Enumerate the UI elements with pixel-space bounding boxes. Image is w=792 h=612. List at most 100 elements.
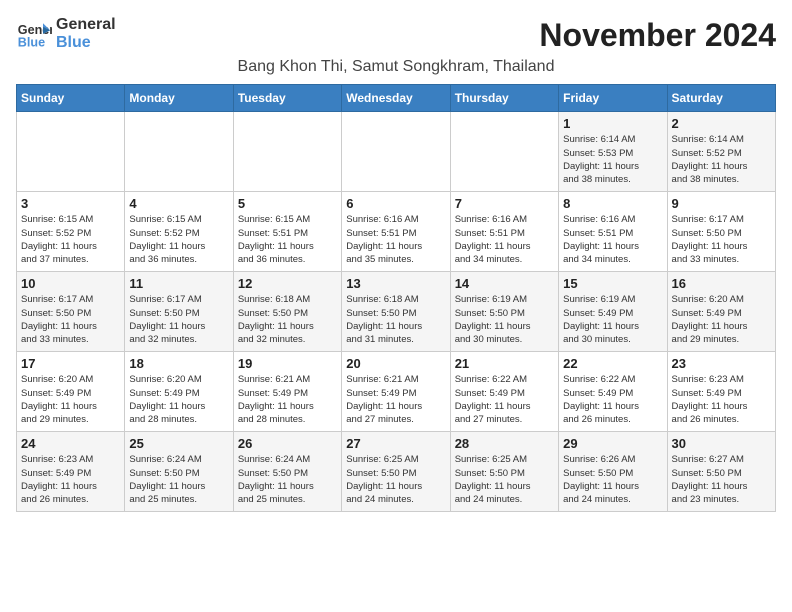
day-info: Sunrise: 6:23 AMSunset: 5:49 PMDaylight:…: [672, 373, 771, 426]
calendar-cell: 19 Sunrise: 6:21 AMSunset: 5:49 PMDayligh…: [233, 352, 341, 432]
day-number: 10: [21, 276, 120, 291]
day-header-thursday: Thursday: [450, 85, 558, 112]
calendar-cell: 12Sunrise: 6:18 AMSunset: 5:50 PMDayligh…: [233, 272, 341, 352]
day-header-sunday: Sunday: [17, 85, 125, 112]
calendar-cell: 21Sunrise: 6:22 AMSunset: 5:49 PMDayligh…: [450, 352, 558, 432]
calendar-cell: [342, 112, 450, 192]
day-info: Sunrise: 6:19 AMSunset: 5:50 PMDaylight:…: [455, 293, 554, 346]
day-info: Sunrise: 6:26 AMSunset: 5:50 PMDaylight:…: [563, 453, 662, 506]
title-block: November 2024: [539, 16, 776, 54]
day-info: Sunrise: 6:14 AMSunset: 5:52 PMDaylight:…: [672, 133, 771, 186]
calendar-cell: 27 Sunrise: 6:25 AMSunset: 5:50 PMDayligh…: [342, 432, 450, 512]
day-number: 4: [129, 196, 228, 211]
calendar-cell: 6Sunrise: 6:16 AMSunset: 5:51 PMDaylight…: [342, 192, 450, 272]
day-info: Sunrise: 6:16 AMSunset: 5:51 PMDaylight:…: [563, 213, 662, 266]
day-number: 11: [129, 276, 228, 291]
day-number: 13: [346, 276, 445, 291]
day-number: 8: [563, 196, 662, 211]
day-info: Sunrise: 6:17 AMSunset: 5:50 PMDaylight:…: [129, 293, 228, 346]
subtitle: Bang Khon Thi, Samut Songkhram, Thailand: [16, 58, 776, 76]
calendar-cell: 24Sunrise: 6:23 AMSunset: 5:49 PMDayligh…: [17, 432, 125, 512]
calendar-cell: 11 Sunrise: 6:17 AMSunset: 5:50 PMDayligh…: [125, 272, 233, 352]
day-number: 21: [455, 356, 554, 371]
main-title: November 2024: [539, 16, 776, 54]
day-number: 9: [672, 196, 771, 211]
calendar-cell: 10 Sunrise: 6:17 AMSunset: 5:50 PMDayligh…: [17, 272, 125, 352]
day-number: 6: [346, 196, 445, 211]
day-number: 22: [563, 356, 662, 371]
day-number: 18: [129, 356, 228, 371]
day-info: Sunrise: 6:20 AMSunset: 5:49 PMDaylight:…: [21, 373, 120, 426]
calendar-cell: 23 Sunrise: 6:23 AMSunset: 5:49 PMDayligh…: [667, 352, 775, 432]
calendar-header: SundayMondayTuesdayWednesdayThursdayFrid…: [17, 85, 776, 112]
day-info: Sunrise: 6:15 AMSunset: 5:52 PMDaylight:…: [129, 213, 228, 266]
calendar-cell: 16 Sunrise: 6:20 AMSunset: 5:49 PMDayligh…: [667, 272, 775, 352]
day-number: 19: [238, 356, 337, 371]
day-number: 23: [672, 356, 771, 371]
day-number: 7: [455, 196, 554, 211]
day-info: Sunrise: 6:20 AMSunset: 5:49 PMDaylight:…: [672, 293, 771, 346]
day-number: 25: [129, 436, 228, 451]
day-number: 14: [455, 276, 554, 291]
day-header-saturday: Saturday: [667, 85, 775, 112]
day-info: Sunrise: 6:17 AMSunset: 5:50 PMDaylight:…: [672, 213, 771, 266]
week-row-3: 10 Sunrise: 6:17 AMSunset: 5:50 PMDayligh…: [17, 272, 776, 352]
calendar-cell: 14 Sunrise: 6:19 AMSunset: 5:50 PMDayligh…: [450, 272, 558, 352]
day-header-monday: Monday: [125, 85, 233, 112]
day-info: Sunrise: 6:14 AMSunset: 5:53 PMDaylight:…: [563, 133, 662, 186]
day-number: 5: [238, 196, 337, 211]
week-row-4: 17 Sunrise: 6:20 AMSunset: 5:49 PMDayligh…: [17, 352, 776, 432]
day-info: Sunrise: 6:19 AMSunset: 5:49 PMDaylight:…: [563, 293, 662, 346]
calendar-cell: 5 Sunrise: 6:15 AMSunset: 5:51 PMDaylight…: [233, 192, 341, 272]
day-info: Sunrise: 6:15 AMSunset: 5:52 PMDaylight:…: [21, 213, 120, 266]
day-number: 15: [563, 276, 662, 291]
day-number: 12: [238, 276, 337, 291]
calendar-cell: [17, 112, 125, 192]
day-info: Sunrise: 6:18 AMSunset: 5:50 PMDaylight:…: [346, 293, 445, 346]
calendar-cell: 26 Sunrise: 6:24 AMSunset: 5:50 PMDayligh…: [233, 432, 341, 512]
day-info: Sunrise: 6:25 AMSunset: 5:50 PMDaylight:…: [455, 453, 554, 506]
day-header-tuesday: Tuesday: [233, 85, 341, 112]
calendar-cell: [233, 112, 341, 192]
header: General Blue General Blue November 2024: [16, 16, 776, 54]
week-row-5: 24Sunrise: 6:23 AMSunset: 5:49 PMDayligh…: [17, 432, 776, 512]
day-info: Sunrise: 6:21 AMSunset: 5:49 PMDaylight:…: [238, 373, 337, 426]
day-number: 17: [21, 356, 120, 371]
calendar-cell: [450, 112, 558, 192]
logo: General Blue General Blue: [16, 16, 116, 52]
day-number: 20: [346, 356, 445, 371]
day-info: Sunrise: 6:22 AMSunset: 5:49 PMDaylight:…: [563, 373, 662, 426]
svg-text:Blue: Blue: [18, 36, 45, 50]
day-number: 3: [21, 196, 120, 211]
day-number: 29: [563, 436, 662, 451]
calendar-cell: 25Sunrise: 6:24 AMSunset: 5:50 PMDayligh…: [125, 432, 233, 512]
day-number: 28: [455, 436, 554, 451]
calendar-cell: 29 Sunrise: 6:26 AMSunset: 5:50 PMDayligh…: [559, 432, 667, 512]
logo-icon: General Blue: [16, 16, 52, 52]
calendar-cell: 13 Sunrise: 6:18 AMSunset: 5:50 PMDayligh…: [342, 272, 450, 352]
day-info: Sunrise: 6:20 AMSunset: 5:49 PMDaylight:…: [129, 373, 228, 426]
calendar-cell: [125, 112, 233, 192]
calendar-cell: 28 Sunrise: 6:25 AMSunset: 5:50 PMDayligh…: [450, 432, 558, 512]
calendar-cell: 20Sunrise: 6:21 AMSunset: 5:49 PMDayligh…: [342, 352, 450, 432]
day-info: Sunrise: 6:17 AMSunset: 5:50 PMDaylight:…: [21, 293, 120, 346]
calendar-cell: 3 Sunrise: 6:15 AMSunset: 5:52 PMDaylight…: [17, 192, 125, 272]
day-number: 30: [672, 436, 771, 451]
calendar-cell: 15 Sunrise: 6:19 AMSunset: 5:49 PMDayligh…: [559, 272, 667, 352]
day-number: 27: [346, 436, 445, 451]
calendar-cell: 18 Sunrise: 6:20 AMSunset: 5:49 PMDayligh…: [125, 352, 233, 432]
calendar-table: SundayMondayTuesdayWednesdayThursdayFrid…: [16, 84, 776, 512]
day-info: Sunrise: 6:16 AMSunset: 5:51 PMDaylight:…: [455, 213, 554, 266]
day-info: Sunrise: 6:15 AMSunset: 5:51 PMDaylight:…: [238, 213, 337, 266]
day-number: 16: [672, 276, 771, 291]
calendar-cell: 30 Sunrise: 6:27 AMSunset: 5:50 PMDayligh…: [667, 432, 775, 512]
calendar-cell: 2Sunrise: 6:14 AMSunset: 5:52 PMDaylight…: [667, 112, 775, 192]
day-info: Sunrise: 6:25 AMSunset: 5:50 PMDaylight:…: [346, 453, 445, 506]
week-row-2: 3 Sunrise: 6:15 AMSunset: 5:52 PMDaylight…: [17, 192, 776, 272]
day-info: Sunrise: 6:27 AMSunset: 5:50 PMDaylight:…: [672, 453, 771, 506]
logo-text-blue: Blue: [56, 34, 116, 52]
day-info: Sunrise: 6:23 AMSunset: 5:49 PMDaylight:…: [21, 453, 120, 506]
calendar-cell: 9 Sunrise: 6:17 AMSunset: 5:50 PMDaylight…: [667, 192, 775, 272]
day-info: Sunrise: 6:24 AMSunset: 5:50 PMDaylight:…: [238, 453, 337, 506]
day-number: 26: [238, 436, 337, 451]
